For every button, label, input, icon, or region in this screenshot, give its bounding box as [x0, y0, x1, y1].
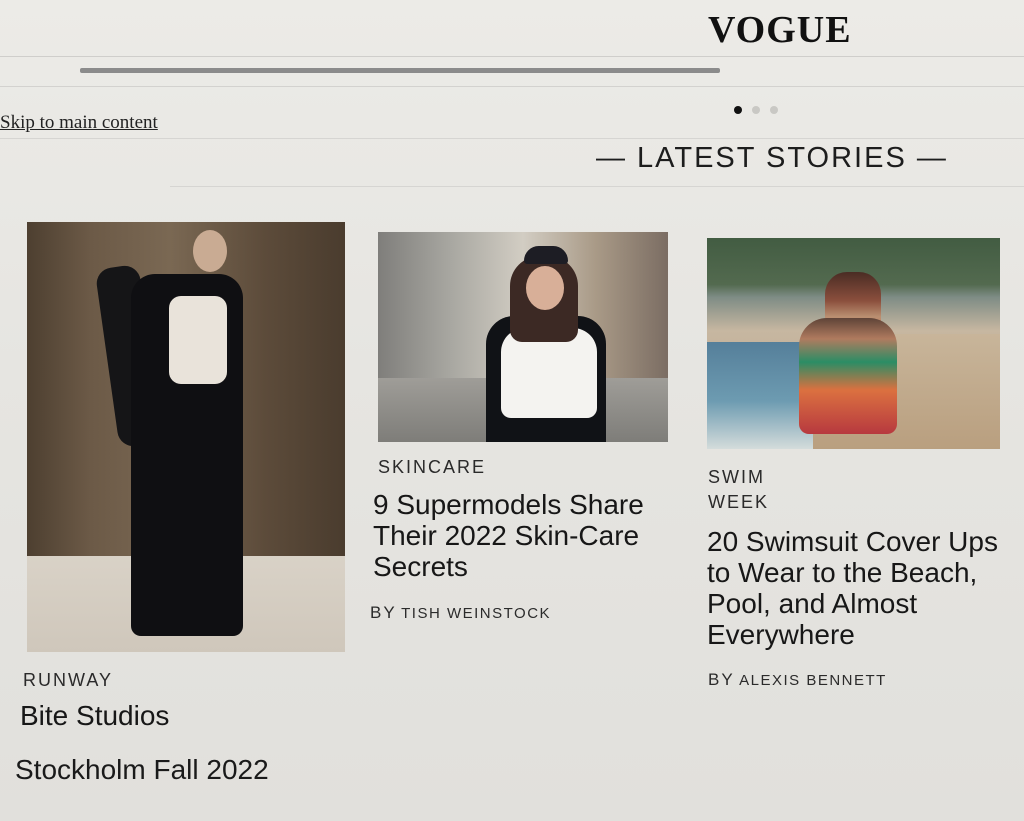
runway-image-head [193, 230, 227, 272]
skincare-image-face [526, 266, 564, 310]
vogue-page: VOGUE Skip to main content — LATEST STOR… [0, 0, 1024, 821]
carousel-dot-1[interactable] [734, 106, 742, 114]
carousel-dot-2[interactable] [752, 106, 760, 114]
swim-headline[interactable]: 20 Swimsuit Cover Ups to Wear to the Bea… [707, 526, 999, 650]
skincare-byline-prefix: BY [370, 603, 397, 622]
swim-image-person-2 [799, 318, 897, 434]
skip-to-main-link[interactable]: Skip to main content [0, 112, 158, 134]
header-divider [0, 86, 1024, 87]
skincare-story-image[interactable] [378, 232, 668, 442]
runway-image-shirt [169, 296, 227, 384]
skincare-category[interactable]: SKINCARE [378, 457, 486, 478]
top-divider [0, 56, 1024, 57]
latest-stories-heading: — LATEST STORIES — [596, 142, 948, 174]
swim-byline: BY ALEXIS BENNETT [708, 670, 887, 690]
skincare-author-link[interactable]: TISH WEINSTOCK [401, 605, 551, 622]
skincare-image-cap [524, 246, 568, 264]
page-progress-bar [80, 68, 720, 73]
runway-subtitle[interactable]: Stockholm Fall 2022 [15, 754, 269, 786]
runway-headline[interactable]: Bite Studios [20, 700, 300, 731]
swim-author-link[interactable]: ALEXIS BENNETT [739, 672, 887, 689]
section-divider [170, 186, 1024, 187]
carousel-dots[interactable] [734, 106, 778, 114]
swim-category[interactable]: SWIM WEEK [708, 465, 798, 515]
swim-story-image[interactable] [707, 238, 1000, 449]
runway-story-image[interactable] [27, 222, 345, 652]
vogue-logo[interactable]: VOGUE [708, 8, 852, 52]
skip-divider [0, 138, 1024, 139]
runway-category[interactable]: RUNWAY [23, 670, 113, 691]
skincare-byline: BY TISH WEINSTOCK [370, 603, 551, 623]
carousel-dot-3[interactable] [770, 106, 778, 114]
swim-byline-prefix: BY [708, 670, 735, 689]
skincare-headline[interactable]: 9 Supermodels Share Their 2022 Skin-Care… [373, 489, 673, 582]
